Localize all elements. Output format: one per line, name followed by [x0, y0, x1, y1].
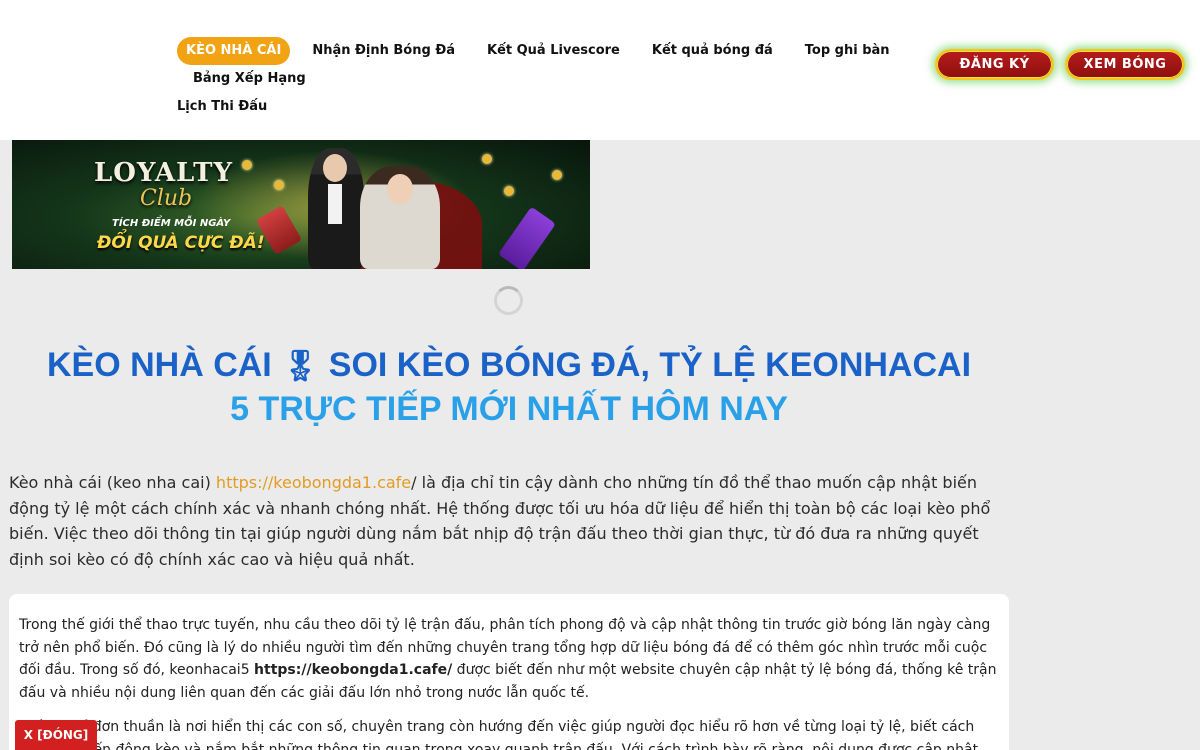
site-link[interactable]: https://keobongda1.cafe — [216, 473, 411, 492]
site-header: KÈO NHÀ CÁI Nhận Định Bóng Đá Kết Quả Li… — [0, 0, 1200, 140]
loading-spinner-icon — [494, 286, 523, 315]
title-part2: SOI KÈO BÓNG ĐÁ, TỶ LỆ KEONHACAI — [328, 346, 972, 384]
main-nav: KÈO NHÀ CÁI Nhận Định Bóng Đá Kết Quả Li… — [177, 37, 937, 121]
banner-tagline: TÍCH ĐIỂM MỖI NGÀY — [112, 218, 231, 229]
register-button[interactable]: ĐĂNG KÝ — [935, 49, 1054, 80]
nav-item-bang-xep-hang[interactable]: Bảng Xếp Hạng — [177, 65, 322, 93]
title-line2: 5 TRỰC TIẾP MỚI NHẤT HÔM NAY — [230, 390, 788, 428]
man-figure — [308, 148, 364, 269]
nav-item-ket-qua-bong-da[interactable]: Kết quả bóng đá — [636, 37, 789, 65]
article-content-box: Trong thế giới thể thao trực tuyến, nhu … — [9, 594, 1009, 750]
nav-item-ket-qua-livescore[interactable]: Kết Quả Livescore — [471, 37, 636, 65]
nav-item-lich-thi-dau[interactable]: Lịch Thi Đấu — [177, 93, 283, 121]
nav-item-nhan-dinh[interactable]: Nhận Định Bóng Đá — [296, 37, 471, 65]
close-ad-button[interactable]: X [ĐÓNG] — [15, 720, 97, 750]
medal-icon: 🎖 — [281, 350, 320, 383]
site-url-strong: https://keobongda1.cafe/ — [254, 662, 453, 678]
woman-figure — [360, 166, 440, 269]
nav-item-top-ghi-ban[interactable]: Top ghi bàn — [789, 37, 906, 65]
article-paragraph-1: Trong thế giới thể thao trực tuyến, nhu … — [19, 617, 997, 701]
loyalty-club-banner[interactable]: LOYALTY Club TÍCH ĐIỂM MỖI NGÀY ĐỔI QUÀ … — [12, 140, 590, 269]
intro-paragraph: Kèo nhà cái (keo nha cai) https://keobon… — [9, 473, 991, 569]
title-part1: KÈO NHÀ CÁI — [46, 346, 272, 384]
banner-headline: ĐỔI QUÀ CỰC ĐÃ! — [97, 233, 265, 253]
banner-logo-loyalty: LOYALTY — [94, 158, 234, 188]
article-paragraph-2: Không chỉ đơn thuần là nơi hiển thị các … — [19, 719, 979, 750]
nav-item-keo-nha-cai[interactable]: KÈO NHÀ CÁI — [177, 37, 291, 65]
page-title: KÈO NHÀ CÁI 🎖 SOI KÈO BÓNG ĐÁ, TỶ LỆ KEO… — [0, 344, 1018, 431]
ticket-graphic — [498, 206, 556, 269]
banner-logo-club: Club — [140, 186, 193, 211]
watch-football-button[interactable]: XEM BÓNG — [1065, 49, 1185, 80]
